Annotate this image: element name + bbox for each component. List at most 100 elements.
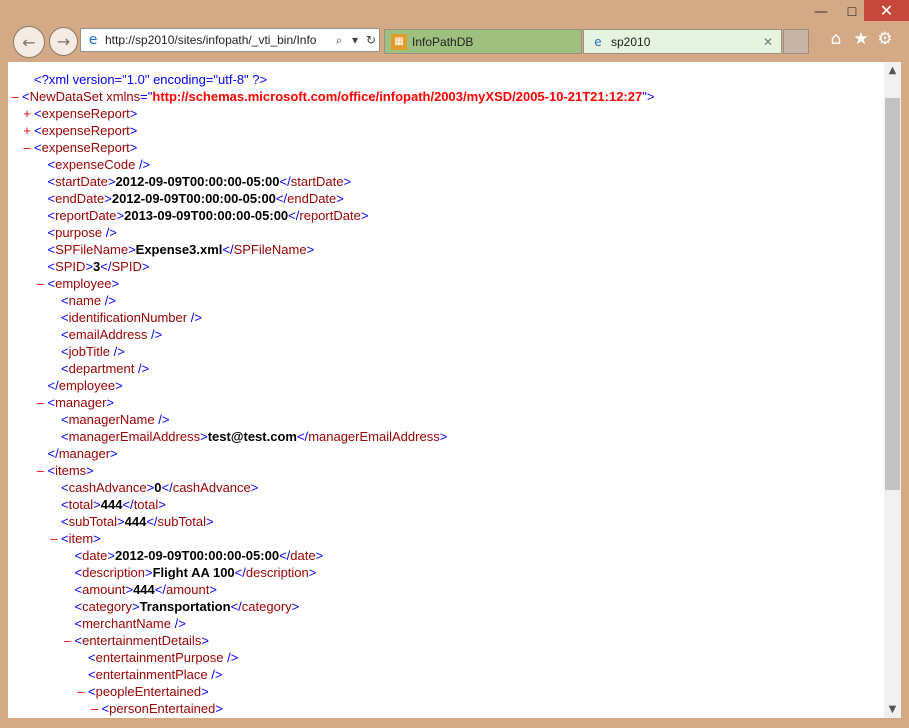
xml-token: > xyxy=(129,123,138,138)
tab-sp2010[interactable]: e sp2010 ✕ xyxy=(583,29,782,54)
xml-tag-name: date xyxy=(82,548,108,563)
collapse-toggle[interactable]: – xyxy=(74,683,88,700)
xml-token: </ xyxy=(161,480,173,495)
collapse-toggle[interactable]: – xyxy=(8,88,22,105)
scroll-up-icon[interactable]: ▲ xyxy=(884,62,901,79)
xml-token: > xyxy=(116,208,125,223)
xml-tree: <?xml version="1.0" encoding="utf-8" ?> … xyxy=(8,71,654,717)
xml-tag-name: startDate xyxy=(55,174,108,189)
xml-tag-name: department xyxy=(68,361,135,376)
new-tab-button[interactable] xyxy=(783,29,809,54)
ie-logo-icon: e xyxy=(594,34,602,49)
settings-gear-icon[interactable]: ⚙ xyxy=(874,28,896,50)
xml-tag-name: merchantName xyxy=(82,616,171,631)
xml-tag-name: entertainmentPurpose xyxy=(95,650,224,665)
xml-token: < xyxy=(34,140,42,155)
xml-token: /> xyxy=(170,616,186,631)
xml-token: /> xyxy=(147,327,163,342)
xml-tag-name: amount xyxy=(82,582,126,597)
xml-line: <merchantName /> xyxy=(8,615,654,632)
xml-line: <purpose /> xyxy=(8,224,654,241)
xml-token: < xyxy=(47,259,56,274)
xml-token: < xyxy=(74,565,83,580)
xml-token: < xyxy=(61,361,69,376)
home-icon[interactable]: ⌂ xyxy=(825,28,847,50)
xml-line: <endDate>2012-09-09T00:00:00-05:00</endD… xyxy=(8,190,654,207)
collapse-toggle[interactable]: – xyxy=(34,275,48,292)
xml-tag-name: managerEmailAddress xyxy=(308,429,440,444)
xml-tag-name: endDate xyxy=(55,191,105,206)
xml-tag-name: total xyxy=(68,497,94,512)
close-tab-icon[interactable]: ✕ xyxy=(763,35,773,49)
xml-token: > xyxy=(343,174,352,189)
forward-button[interactable]: → xyxy=(49,27,78,56)
collapse-toggle[interactable]: – xyxy=(47,530,61,547)
favorites-star-icon[interactable]: ★ xyxy=(850,28,872,50)
xml-tag-name: endDate xyxy=(287,191,337,206)
xml-token: /> xyxy=(154,412,170,427)
vertical-scrollbar[interactable]: ▲ ▼ xyxy=(884,62,901,718)
xml-value: 444 xyxy=(133,582,155,597)
page-content: <?xml version="1.0" encoding="utf-8" ?> … xyxy=(8,62,901,718)
collapse-toggle[interactable]: + xyxy=(20,105,34,122)
xml-line: </manager> xyxy=(8,445,654,462)
collapse-toggle[interactable]: – xyxy=(88,700,102,717)
xml-tag-name: subTotal xyxy=(157,514,206,529)
xml-tag-name: entertainmentDetails xyxy=(82,633,202,648)
collapse-toggle[interactable]: – xyxy=(34,394,48,411)
collapse-toggle[interactable]: – xyxy=(20,139,34,156)
xml-token: </ xyxy=(296,429,309,444)
xml-token: < xyxy=(61,497,69,512)
xml-token: < xyxy=(61,531,69,546)
xml-token: < xyxy=(74,599,83,614)
xml-tag-name: expenseCode xyxy=(55,157,136,172)
minimize-button[interactable]: — xyxy=(806,0,836,24)
address-url[interactable]: http://sp2010/sites/infopath/_vti_bin/In… xyxy=(105,33,331,47)
xml-line: <category>Transportation</category> xyxy=(8,598,654,615)
xml-token: </ xyxy=(100,259,112,274)
xml-token: </ xyxy=(222,242,234,257)
xml-token: > xyxy=(250,480,259,495)
collapse-toggle[interactable]: – xyxy=(61,632,75,649)
xml-tag-name: expenseReport xyxy=(41,106,130,121)
collapse-toggle[interactable]: – xyxy=(34,462,48,479)
back-button[interactable]: ← xyxy=(13,26,45,58)
xml-value: 444 xyxy=(124,514,147,529)
xml-token: /> xyxy=(101,293,116,308)
xml-token: > xyxy=(144,565,153,580)
xml-token: > xyxy=(93,531,101,546)
xml-line: <name /> xyxy=(8,292,654,309)
address-bar[interactable]: e http://sp2010/sites/infopath/_vti_bin/… xyxy=(80,28,380,52)
xml-line: – <personEntertained> xyxy=(8,700,654,717)
tab-infopathdb[interactable]: ▦ InfoPathDB xyxy=(384,29,582,54)
xml-tag-name: managerEmailAddress xyxy=(68,429,201,444)
maximize-button[interactable]: ☐ xyxy=(837,0,867,24)
xml-token: </ xyxy=(154,582,166,597)
xml-tag-name: SPFileName xyxy=(55,242,129,257)
xml-value: 2012-09-09T00:00:00-05:00 xyxy=(115,174,280,189)
xml-token: < xyxy=(34,123,42,138)
xml-value: 2012-09-09T00:00:00-05:00 xyxy=(115,548,280,563)
xml-token: < xyxy=(88,650,96,665)
xml-token: < xyxy=(47,463,56,478)
xml-token: < xyxy=(61,514,69,529)
xml-token: < xyxy=(61,480,69,495)
xml-token: > xyxy=(93,497,101,512)
search-icon[interactable]: ⌕ xyxy=(331,33,347,48)
xml-token: < xyxy=(88,684,96,699)
xml-token: > xyxy=(439,429,448,444)
xml-token: > xyxy=(110,446,118,461)
xml-value: 444 xyxy=(100,497,123,512)
xml-line: <entertainmentPlace /> xyxy=(8,666,654,683)
xml-lines: + <expenseReport> + <expenseReport> – <expens… xyxy=(8,105,654,717)
xml-value: Flight AA 100 xyxy=(152,565,235,580)
collapse-toggle[interactable]: + xyxy=(20,122,34,139)
refresh-icon[interactable]: ↻ xyxy=(363,33,379,47)
scroll-thumb[interactable] xyxy=(885,97,900,490)
scroll-down-icon[interactable]: ▼ xyxy=(884,701,901,718)
xml-declaration: <?xml version="1.0" encoding="utf-8" ?> xyxy=(34,72,268,87)
xml-token: </ xyxy=(230,599,242,614)
xml-tag-name: total xyxy=(133,497,159,512)
dropdown-icon[interactable]: ▾ xyxy=(347,33,363,47)
close-window-button[interactable]: ✕ xyxy=(864,0,909,21)
